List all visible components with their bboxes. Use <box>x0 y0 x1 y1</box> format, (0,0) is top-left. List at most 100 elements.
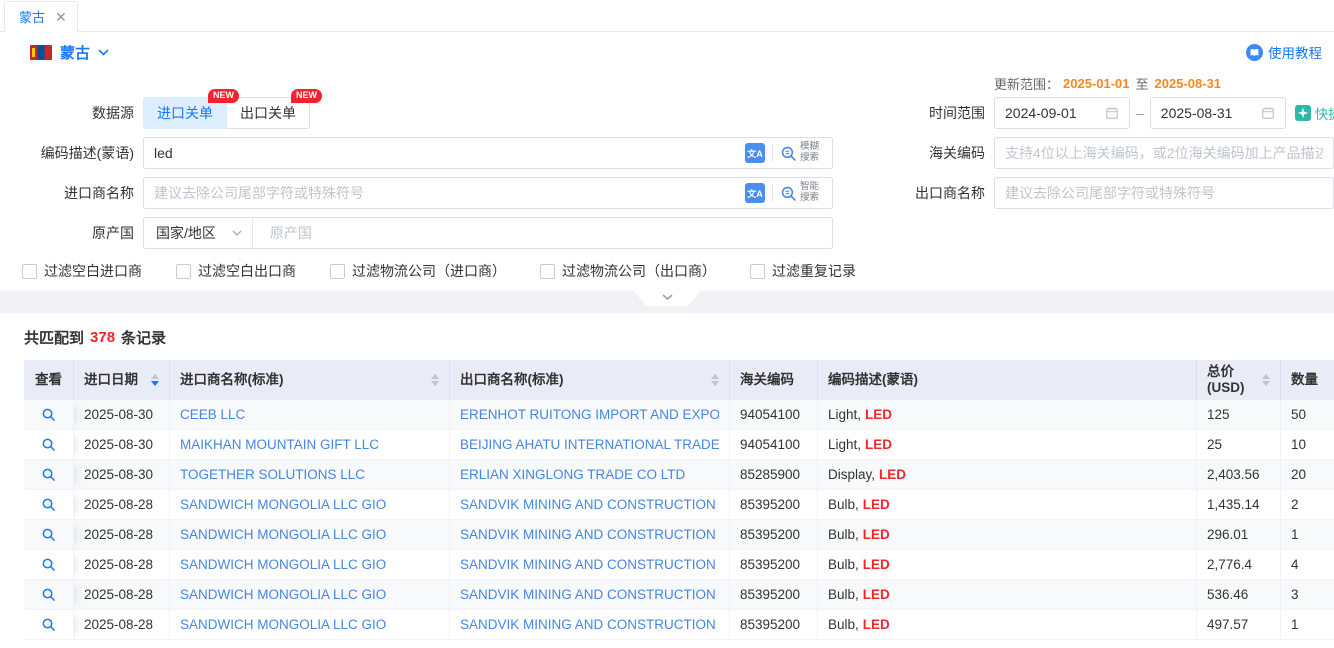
cell-quantity: 2 <box>1281 490 1334 520</box>
country-switcher[interactable]: 蒙古 <box>30 42 109 63</box>
sort-icon[interactable] <box>145 374 159 386</box>
checkbox-icon[interactable] <box>22 264 37 279</box>
table-row: 2025-08-30 MAIKHAN MOUNTAIN GIFT LLC BEIJI… <box>24 430 1334 460</box>
cell-quantity: 1 <box>1281 610 1334 640</box>
country-name: 蒙古 <box>60 42 90 63</box>
fuzzy-search-button[interactable]: 模糊搜索 <box>780 142 824 164</box>
column-header-price[interactable]: 总价(USD) <box>1197 360 1281 400</box>
tab-label: 出口关单 <box>240 103 296 123</box>
importer-link[interactable]: SANDWICH MONGOLIA LLC GIO <box>180 587 386 602</box>
importer-link[interactable]: SANDWICH MONGOLIA LLC GIO <box>180 497 386 512</box>
exporter-link[interactable]: ERENHOT RUITONG IMPORT AND EXPORT ... <box>460 407 719 422</box>
exporter-link[interactable]: SANDVIK MINING AND CONSTRUCTION L... <box>460 557 719 572</box>
view-record-button[interactable] <box>24 580 74 610</box>
view-record-button[interactable] <box>24 430 74 460</box>
checkbox-icon[interactable] <box>750 264 765 279</box>
smart-search-label: 智能搜索 <box>800 182 824 204</box>
origin-region-select[interactable]: 国家/地区 <box>144 218 253 248</box>
cell-quantity: 10 <box>1281 430 1334 460</box>
filter-checkbox-1[interactable]: 过滤空白出口商 <box>176 261 296 281</box>
exporter-link[interactable]: SANDVIK MINING AND CONSTRUCTION L... <box>460 497 719 512</box>
cell-importer: SANDWICH MONGOLIA LLC GIO <box>170 610 450 640</box>
column-label: 总价(USD) <box>1207 364 1245 396</box>
view-record-button[interactable] <box>24 460 74 490</box>
translate-icon[interactable]: 文A <box>745 183 765 203</box>
cell-description: Bulb,LED <box>818 490 1197 520</box>
column-header-date[interactable]: 进口日期 <box>74 360 170 400</box>
sort-icon[interactable] <box>705 374 719 386</box>
exporter-link[interactable]: BEIJING AHATU INTERNATIONAL TRADE C... <box>460 437 719 452</box>
search-icon <box>780 145 797 162</box>
exporter-link[interactable]: SANDVIK MINING AND CONSTRUCTION L... <box>460 527 719 542</box>
fuzzy-search-label: 模糊搜索 <box>800 142 824 164</box>
column-label: 查看 <box>35 372 62 388</box>
cell-import-date: 2025-08-30 <box>74 430 170 460</box>
filter-checkbox-4[interactable]: 过滤重复记录 <box>750 261 856 281</box>
cell-import-date: 2025-08-28 <box>74 580 170 610</box>
cell-importer: TOGETHER SOLUTIONS LLC <box>170 460 450 490</box>
collapse-filter-button[interactable] <box>634 291 700 306</box>
view-record-button[interactable] <box>24 520 74 550</box>
cell-description: Bulb,LED <box>818 610 1197 640</box>
view-record-button[interactable] <box>24 490 74 520</box>
importer-name-input[interactable] <box>144 178 738 208</box>
filter-checkbox-3[interactable]: 过滤物流公司（出口商） <box>540 261 716 281</box>
description-text: Light, <box>828 407 861 422</box>
cell-quantity: 4 <box>1281 550 1334 580</box>
importer-link[interactable]: CEEB LLC <box>180 407 245 422</box>
browser-tab-mongolia[interactable]: 蒙古 ✕ <box>4 1 78 32</box>
column-label: 进口商名称(标准) <box>180 372 284 388</box>
date-range-separator: – <box>1136 105 1144 121</box>
magnifier-icon <box>41 497 56 512</box>
chevron-down-icon <box>232 230 242 236</box>
importer-link[interactable]: MAIKHAN MOUNTAIN GIFT LLC <box>180 437 379 452</box>
cell-exporter: SANDVIK MINING AND CONSTRUCTION L... <box>450 550 730 580</box>
origin-country-input[interactable] <box>260 218 832 248</box>
column-header-exporter[interactable]: 出口商名称(标准) <box>450 360 730 400</box>
cell-description: Light,LED <box>818 430 1197 460</box>
chevron-down-icon <box>662 294 673 301</box>
view-record-button[interactable] <box>24 550 74 580</box>
exporter-name-input[interactable] <box>994 177 1334 209</box>
cell-exporter: SANDVIK MINING AND CONSTRUCTION L... <box>450 520 730 550</box>
view-record-button[interactable] <box>24 400 74 430</box>
smart-search-button[interactable]: 智能搜索 <box>780 182 824 204</box>
exporter-link[interactable]: ERLIAN XINGLONG TRADE CO LTD <box>460 467 685 482</box>
cell-description: Bulb,LED <box>818 550 1197 580</box>
tab-label: 蒙古 <box>19 7 45 26</box>
hs-code-input[interactable] <box>994 137 1334 169</box>
checkbox-icon[interactable] <box>330 264 345 279</box>
end-date-input[interactable]: 2025-08-31 <box>1150 97 1286 129</box>
checkbox-label: 过滤物流公司（进口商） <box>352 261 506 281</box>
importer-link[interactable]: TOGETHER SOLUTIONS LLC <box>180 467 365 482</box>
sort-icon[interactable] <box>425 374 439 386</box>
cell-import-date: 2025-08-28 <box>74 520 170 550</box>
cell-description: Bulb,LED <box>818 580 1197 610</box>
view-record-button[interactable] <box>24 610 74 640</box>
checkbox-label: 过滤重复记录 <box>772 261 856 281</box>
filter-checkbox-2[interactable]: 过滤物流公司（进口商） <box>330 261 506 281</box>
tutorial-link[interactable]: 使用教程 <box>1246 42 1324 62</box>
importer-link[interactable]: SANDWICH MONGOLIA LLC GIO <box>180 617 386 632</box>
cell-total-price: 296.01 <box>1197 520 1281 550</box>
column-header-importer[interactable]: 进口商名称(标准) <box>170 360 450 400</box>
quick-date-button[interactable]: 快捷 <box>1295 103 1334 123</box>
code-description-group: 文A 模糊搜索 <box>143 137 833 169</box>
magnifier-icon <box>41 557 56 572</box>
tab-close-icon[interactable]: ✕ <box>55 10 67 24</box>
code-description-label: 编码描述(蒙语) <box>0 137 134 169</box>
data-source-tab-1[interactable]: 出口关单NEW <box>226 97 310 129</box>
importer-link[interactable]: SANDWICH MONGOLIA LLC GIO <box>180 527 386 542</box>
checkbox-icon[interactable] <box>540 264 555 279</box>
importer-link[interactable]: SANDWICH MONGOLIA LLC GIO <box>180 557 386 572</box>
cell-total-price: 2,776.4 <box>1197 550 1281 580</box>
exporter-link[interactable]: SANDVIK MINING AND CONSTRUCTION L... <box>460 617 719 632</box>
sort-icon[interactable] <box>1256 374 1270 386</box>
data-source-tab-0[interactable]: 进口关单NEW <box>143 97 227 129</box>
start-date-input[interactable]: 2024-09-01 <box>994 97 1130 129</box>
filter-checkbox-0[interactable]: 过滤空白进口商 <box>22 261 142 281</box>
translate-icon[interactable]: 文A <box>745 143 765 163</box>
code-description-input[interactable] <box>144 138 738 168</box>
checkbox-icon[interactable] <box>176 264 191 279</box>
exporter-link[interactable]: SANDVIK MINING AND CONSTRUCTION L... <box>460 587 719 602</box>
